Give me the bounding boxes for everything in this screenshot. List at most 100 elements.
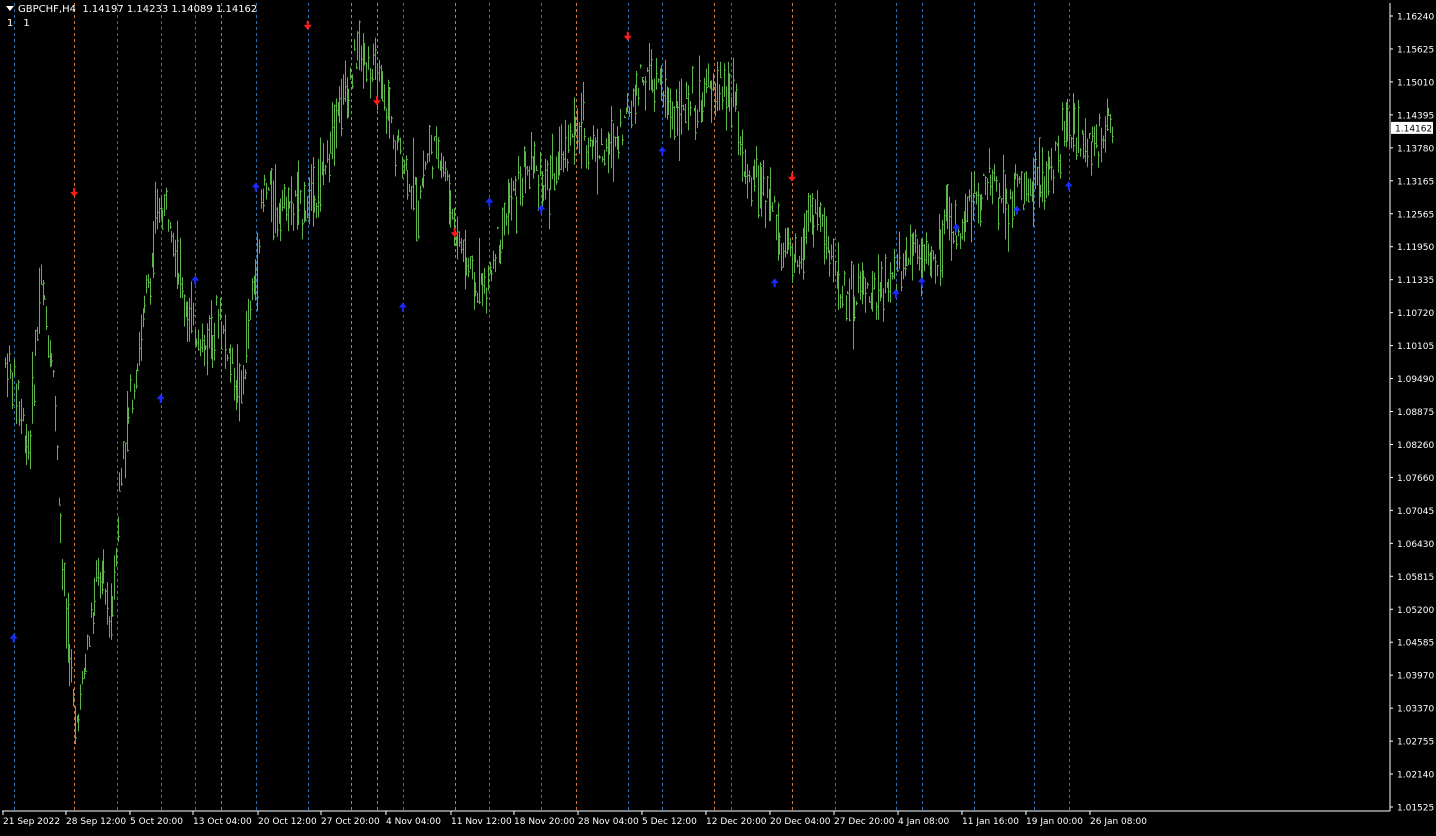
price-bar: [903, 253, 905, 280]
y-tick-label-5: 1.13165: [1397, 177, 1434, 187]
price-bar: [658, 78, 660, 83]
price-bar: [14, 359, 16, 377]
price-bar: [804, 213, 806, 260]
price-bar: [813, 214, 815, 248]
price-bar: [1074, 103, 1076, 135]
price-bar: [788, 227, 790, 251]
x-tick-label-15: 11 Jan 16:00: [962, 817, 1019, 827]
price-bar: [719, 84, 721, 111]
price-bar: [602, 156, 604, 163]
price-bar: [572, 133, 574, 138]
price-bar: [978, 182, 980, 224]
price-bar: [384, 84, 386, 111]
price-bar: [597, 128, 599, 195]
price-bar: [949, 196, 951, 241]
price-bar: [702, 92, 704, 122]
price-bar: [738, 111, 740, 156]
price-bar: [198, 329, 200, 351]
price-bar: [1071, 136, 1073, 149]
price-bar: [767, 175, 769, 199]
price-bar: [372, 69, 374, 82]
price-bar: [502, 207, 504, 250]
price-bar: [618, 136, 620, 159]
price-bar: [990, 174, 992, 196]
x-tick-label-6: 4 Nov 04:00: [386, 817, 441, 827]
price-bar: [34, 384, 36, 407]
price-bar: [545, 158, 547, 200]
price-bar: [32, 351, 34, 424]
price-bar: [434, 136, 436, 142]
price-bar: [450, 190, 452, 228]
price-bars: [5, 20, 1114, 745]
price-bar: [1083, 132, 1085, 159]
price-bar: [878, 254, 880, 320]
price-bar: [334, 104, 336, 167]
price-bar: [51, 353, 53, 367]
price-bar: [849, 278, 851, 322]
price-bar: [130, 374, 132, 392]
price-bar: [758, 165, 760, 219]
price-bar: [643, 79, 645, 86]
price-bar: [1006, 188, 1008, 204]
price-bar: [1053, 169, 1055, 194]
y-tick-label-7: 1.11950: [1397, 243, 1434, 253]
price-bar: [329, 153, 331, 183]
price-bar: [155, 181, 157, 234]
price-bar: [94, 577, 96, 616]
price-bar: [119, 472, 121, 492]
price-bar: [561, 124, 563, 170]
price-bar: [1064, 121, 1066, 147]
price-bar: [1096, 124, 1098, 149]
price-bar: [1019, 176, 1021, 184]
price-bar: [103, 549, 105, 584]
price-bar: [227, 354, 229, 361]
x-tick-label-8: 18 Nov 20:00: [514, 817, 575, 827]
chart-window[interactable]: 1.16240 1.15625 1.15010 1.14395 1.13780 1.131…: [0, 0, 1436, 832]
price-bar: [518, 156, 520, 180]
price-bar: [867, 282, 869, 289]
price-bar: [364, 43, 366, 66]
price-bar: [940, 229, 942, 287]
price-bar: [1091, 141, 1093, 176]
price-bar: [398, 129, 400, 141]
price-bar: [824, 207, 826, 265]
price-bar: [933, 250, 935, 261]
price-bar: [999, 182, 1001, 199]
buy-arrow-13: [658, 146, 667, 156]
price-bar: [261, 189, 263, 209]
price-bar: [720, 61, 722, 79]
y-tick-label-10: 1.10105: [1397, 342, 1434, 352]
price-bar: [447, 170, 449, 181]
price-bar: [817, 190, 819, 231]
price-bar: [854, 296, 856, 322]
price-bar: [534, 141, 536, 174]
price-bar: [1039, 137, 1041, 208]
price-bar: [645, 76, 647, 111]
price-bar: [443, 156, 445, 177]
price-bar: [368, 46, 370, 70]
price-bar: [529, 166, 531, 190]
price-bar: [252, 278, 254, 301]
price-bar: [170, 222, 172, 229]
price-bar: [620, 108, 622, 128]
price-bar: [237, 344, 239, 403]
y-tick-label-1: 1.15625: [1397, 45, 1434, 55]
price-bar: [475, 282, 477, 297]
collapse-triangle-icon[interactable]: [6, 6, 14, 11]
price-bar: [899, 231, 901, 270]
price-bar: [654, 78, 656, 112]
price-bar: [577, 108, 579, 149]
price-bar: [137, 363, 139, 372]
price-bar: [708, 63, 710, 88]
price-bar: [200, 339, 202, 357]
price-bar: [756, 146, 758, 178]
price-bar: [500, 239, 502, 265]
price-bar: [606, 138, 608, 152]
price-bar: [1051, 147, 1053, 181]
price-chart[interactable]: 1.16240 1.15625 1.15010 1.14395 1.13780 1.131…: [0, 0, 1436, 832]
price-bar: [314, 195, 316, 213]
price-bar: [586, 145, 588, 169]
price-bar: [386, 108, 388, 134]
price-bar: [890, 262, 892, 303]
price-bar: [277, 207, 279, 237]
